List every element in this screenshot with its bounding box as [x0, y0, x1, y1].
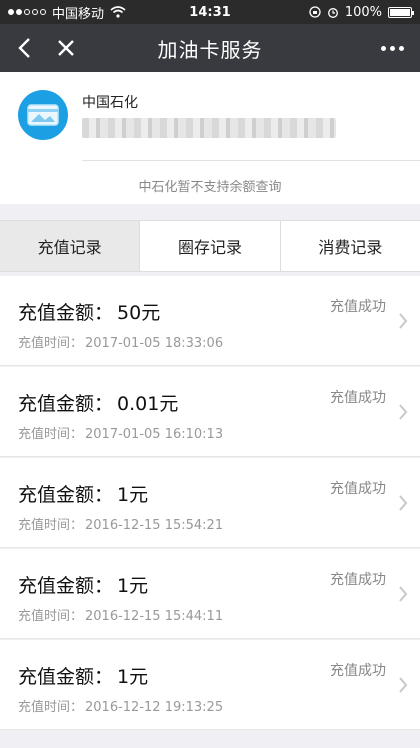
chevron-left-icon	[18, 38, 30, 58]
chevron-right-icon	[399, 313, 408, 329]
status-left: 中国移动	[8, 3, 126, 22]
record-time: 充值时间： 2017-01-05 16:10:13	[18, 427, 224, 442]
record-amount: 充值金额： 50元	[18, 302, 161, 324]
status-badge: 充值成功	[330, 572, 386, 588]
record-amount: 充值金额： 1元	[18, 666, 149, 688]
more-button[interactable]	[372, 32, 412, 64]
chevron-right-icon	[399, 586, 408, 602]
battery-percent: 100%	[344, 4, 382, 20]
status-right: 100%	[309, 4, 414, 20]
tab-transfer[interactable]: 圈存记录	[140, 221, 281, 271]
divider	[82, 160, 420, 161]
tab-recharge[interactable]: 充值记录	[0, 221, 141, 271]
tab-consumption[interactable]: 消费记录	[281, 221, 420, 271]
alarm-icon	[327, 8, 338, 18]
status-badge: 充值成功	[330, 481, 386, 497]
record-list: 充值金额： 50元 充值时间： 2017-01-05 18:33:06 充值成功 充…	[0, 276, 420, 731]
page-title: 加油卡服务	[157, 37, 263, 62]
close-button[interactable]	[50, 32, 82, 64]
chevron-right-icon	[399, 495, 408, 511]
status-badge: 充值成功	[330, 663, 386, 679]
record-time: 充值时间： 2017-01-05 18:33:06	[18, 336, 224, 351]
status-badge: 充值成功	[330, 299, 386, 315]
status-badge: 充值成功	[330, 390, 386, 406]
card-number-masked	[82, 118, 336, 138]
close-icon	[58, 40, 74, 56]
back-button[interactable]	[8, 32, 40, 64]
card-section: 中国石化 中石化暂不支持余额查询	[0, 72, 420, 204]
status-bar: 中国移动 14:31 100%	[0, 0, 420, 24]
card-icon	[18, 90, 68, 140]
list-item[interactable]: 充值金额： 1元 充值时间： 2016-12-15 15:54:21 充值成功	[0, 458, 420, 548]
chevron-right-icon	[399, 677, 408, 693]
rotation-lock-icon	[309, 6, 321, 18]
record-amount: 充值金额： 1元	[18, 575, 149, 597]
record-time: 充值时间： 2016-12-12 19:13:25	[18, 700, 224, 715]
balance-note: 中石化暂不支持余额查询	[138, 180, 282, 195]
wifi-icon	[110, 6, 126, 18]
more-icon	[380, 45, 386, 51]
record-tabs: 充值记录 圈存记录 消费记录	[0, 220, 420, 272]
nav-bar: 加油卡服务	[0, 24, 420, 72]
signal-icon	[8, 9, 46, 15]
list-item[interactable]: 充值金额： 50元 充值时间： 2017-01-05 18:33:06 充值成功	[0, 276, 420, 366]
record-amount: 充值金额： 1元	[18, 484, 149, 506]
card-name: 中国石化	[82, 95, 138, 111]
carrier-name: 中国移动	[52, 6, 105, 22]
chevron-right-icon	[399, 404, 408, 420]
list-item[interactable]: 充值金额： 1元 充值时间： 2016-12-15 15:44:11 充值成功	[0, 549, 420, 639]
list-item[interactable]: 充值金额： 1元 充值时间： 2016-12-12 19:13:25 充值成功	[0, 640, 420, 730]
record-time: 充值时间： 2016-12-15 15:44:11	[18, 609, 224, 624]
list-item[interactable]: 充值金额： 0.01元 充值时间： 2017-01-05 16:10:13 充值成功	[0, 367, 420, 457]
record-amount: 充值金额： 0.01元	[18, 393, 179, 415]
battery-icon	[388, 6, 414, 18]
record-time: 充值时间： 2016-12-15 15:54:21	[18, 518, 224, 533]
